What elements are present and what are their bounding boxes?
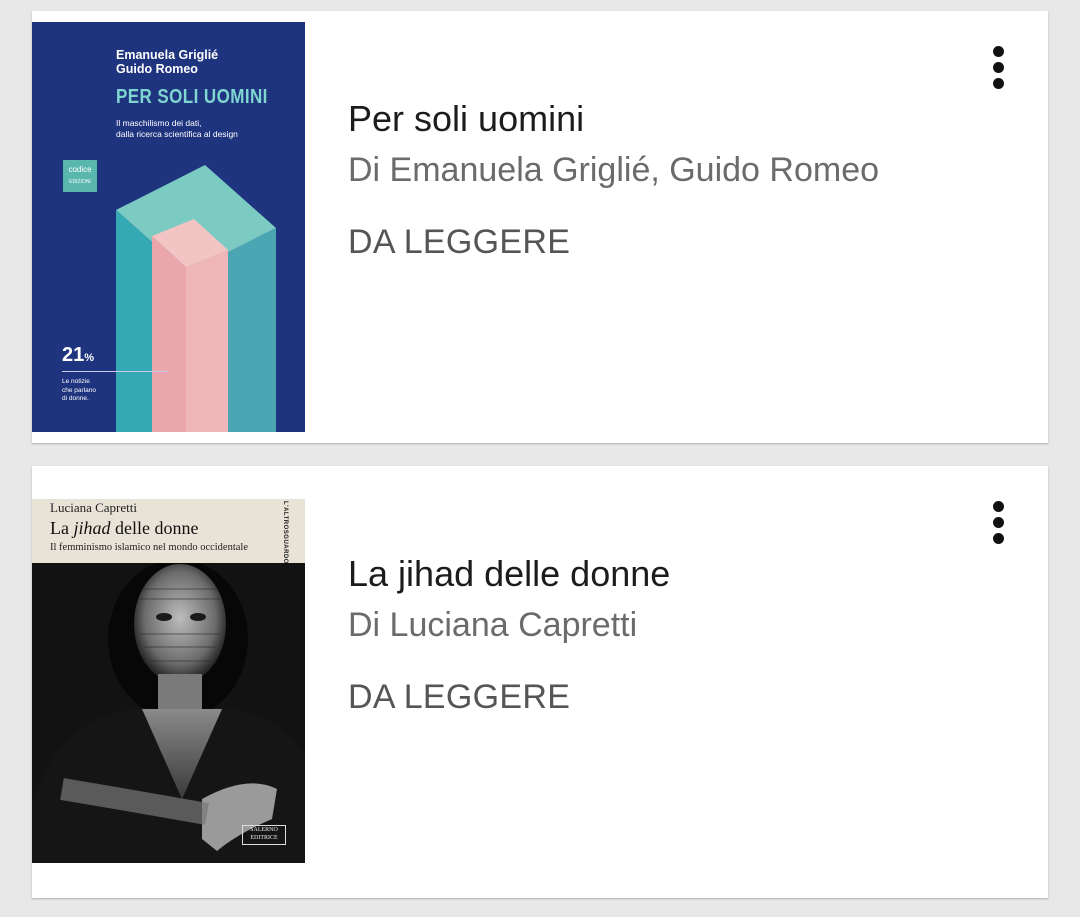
book-title[interactable]: La jihad delle donne — [348, 550, 968, 598]
cover-author: Luciana Capretti — [50, 500, 137, 515]
publisher-logo: SALERNO EDITRICE — [242, 825, 286, 845]
book-cover[interactable]: Emanuela Griglié Guido Romeo PER SOLI UO… — [32, 22, 305, 432]
book-status: DA LEGGERE — [348, 678, 571, 716]
book-info: La jihad delle donne Di Luciana Capretti… — [348, 550, 968, 720]
book-card[interactable]: Emanuela Griglié Guido Romeo PER SOLI UO… — [32, 11, 1048, 443]
cover-title: La jihad delle donne — [50, 518, 199, 538]
cover-subtitle: Il femminismo islamico nel mondo occiden… — [50, 542, 248, 553]
more-vert-icon[interactable] — [980, 498, 1016, 548]
book-author: Di Luciana Capretti — [348, 606, 638, 644]
book-status: DA LEGGERE — [348, 223, 571, 261]
cover-series: L'ALTROSGUARDO — [282, 501, 288, 564]
more-vert-icon[interactable] — [980, 43, 1016, 93]
book-info: Per soli uomini Di Emanuela Griglié, Gui… — [348, 95, 968, 265]
book-list: Emanuela Griglié Guido Romeo PER SOLI UO… — [0, 0, 1080, 917]
cover-stat: 21% — [62, 344, 95, 366]
book-author: Di Emanuela Griglié, Guido Romeo — [348, 151, 880, 189]
book-title[interactable]: Per soli uomini — [348, 95, 968, 143]
book-card[interactable]: Luciana Capretti La jihad delle donne Il… — [32, 466, 1048, 898]
cover-note: Le notizie che parlano di donne. — [62, 378, 96, 402]
book-cover[interactable]: Luciana Capretti La jihad delle donne Il… — [32, 499, 305, 863]
cover-divider — [62, 371, 168, 372]
